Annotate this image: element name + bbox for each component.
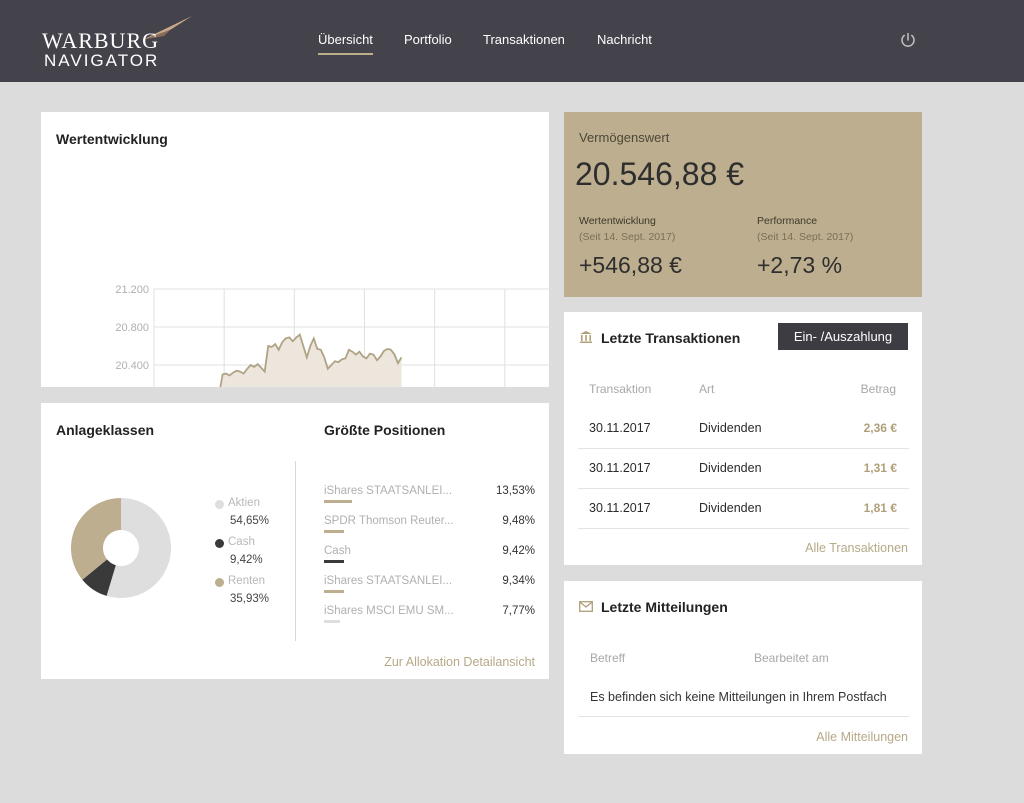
transaction-date: 30.11.2017 bbox=[589, 501, 651, 515]
performance-value: +2,73 % bbox=[757, 252, 843, 278]
legend-renten-name: Renten bbox=[228, 575, 266, 587]
transaction-row[interactable]: 30.11.2017 Dividenden 2,36 € bbox=[578, 409, 909, 449]
anlageklassen-card: Anlageklassen Aktien 54,65% Cash 9,42% R… bbox=[41, 403, 549, 679]
alle-transaktionen-link[interactable]: Alle Transaktionen bbox=[805, 541, 908, 555]
ein-auszahlung-button[interactable]: Ein- /Auszahlung bbox=[778, 323, 908, 350]
groesste-positionen-title: Größte Positionen bbox=[324, 422, 446, 438]
position-name[interactable]: iShares MSCI EMU SM... bbox=[324, 605, 464, 617]
position-name[interactable]: iShares STAATSANLEI... bbox=[324, 575, 464, 587]
transaction-date: 30.11.2017 bbox=[589, 461, 651, 475]
position-pct: 7,77% bbox=[502, 605, 535, 617]
position-bar bbox=[324, 560, 344, 563]
transaction-row[interactable]: 30.11.2017 Dividenden 1,31 € bbox=[578, 449, 909, 489]
wertentwicklung-chart: 21.20020.80020.40020.00019.600Sept.Okt.N… bbox=[115, 284, 549, 387]
col-header-bearbeitet-am: Bearbeitet am bbox=[754, 651, 829, 665]
position-bar bbox=[324, 590, 344, 593]
letzte-mitteilungen-title: Letzte Mitteilungen bbox=[601, 599, 728, 615]
power-icon[interactable] bbox=[899, 31, 917, 49]
alle-mitteilungen-link[interactable]: Alle Mitteilungen bbox=[816, 730, 908, 744]
legend-aktien-value: 54,65% bbox=[230, 515, 270, 527]
warburg-navigator-logo[interactable]: WARBURG NAVIGATOR bbox=[40, 16, 200, 70]
position-pct: 9,48% bbox=[502, 515, 535, 527]
legend-aktien-name: Aktien bbox=[228, 497, 260, 509]
position-name[interactable]: Cash bbox=[324, 545, 464, 557]
legend-cash-value: 9,42% bbox=[230, 554, 263, 566]
nav-transaktionen[interactable]: Transaktionen bbox=[483, 32, 565, 47]
position-pct: 9,34% bbox=[502, 575, 535, 587]
performance-since: (Seit 14. Sept. 2017) bbox=[757, 231, 854, 243]
bank-icon bbox=[580, 331, 592, 343]
col-header-betreff: Betreff bbox=[590, 651, 626, 665]
wertentwicklung-since: (Seit 14. Sept. 2017) bbox=[579, 231, 676, 243]
transaction-type: Dividenden bbox=[699, 461, 762, 475]
position-name[interactable]: SPDR Thomson Reuter... bbox=[324, 515, 464, 527]
transaction-row[interactable]: 30.11.2017 Dividenden 1,81 € bbox=[578, 489, 909, 529]
anlageklassen-donut-chart bbox=[71, 498, 172, 598]
transaction-type: Dividenden bbox=[699, 421, 762, 435]
position-pct: 9,42% bbox=[502, 545, 535, 557]
legend-renten-value: 35,93% bbox=[230, 593, 270, 605]
divider bbox=[295, 461, 296, 641]
logo-text-navigator: NAVIGATOR bbox=[44, 51, 160, 70]
y-tick-label: 20.800 bbox=[115, 322, 149, 334]
legend-dot-aktien bbox=[215, 500, 224, 509]
nav-uebersicht[interactable]: Übersicht bbox=[318, 32, 373, 55]
transaction-type: Dividenden bbox=[699, 501, 762, 515]
position-bar bbox=[324, 530, 344, 533]
col-header-transaktion: Transaktion bbox=[589, 382, 652, 396]
transaction-amount: 1,81 € bbox=[863, 501, 897, 515]
anlageklassen-title: Anlageklassen bbox=[56, 422, 155, 438]
wertentwicklung-label: Wertentwicklung bbox=[579, 215, 656, 227]
nav-portfolio[interactable]: Portfolio bbox=[404, 32, 452, 47]
empty-message-row: Es befinden sich keine Mitteilungen in I… bbox=[578, 677, 909, 717]
nav-nachricht[interactable]: Nachricht bbox=[597, 32, 652, 47]
empty-mailbox-text: Es befinden sich keine Mitteilungen in I… bbox=[590, 690, 887, 704]
transaction-date: 30.11.2017 bbox=[589, 421, 651, 435]
top-navigation-bar: WARBURG NAVIGATOR Übersicht Portfolio Tr… bbox=[0, 0, 1024, 82]
position-bar bbox=[324, 620, 340, 623]
position-name[interactable]: iShares STAATSANLEI... bbox=[324, 485, 464, 497]
position-pct: 13,53% bbox=[495, 485, 535, 497]
transaction-amount: 2,36 € bbox=[863, 421, 897, 435]
letzte-transaktionen-card: Letzte Transaktionen Ein- /Auszahlung Tr… bbox=[564, 312, 922, 565]
col-header-betrag: Betrag bbox=[860, 382, 896, 396]
legend-cash-name: Cash bbox=[228, 536, 255, 548]
y-tick-label: 21.200 bbox=[115, 284, 149, 296]
col-header-art: Art bbox=[699, 382, 715, 396]
vermoegenswert-value: 20.546,88 € bbox=[575, 156, 745, 192]
y-tick-label: 20.400 bbox=[115, 360, 149, 372]
legend-dot-renten bbox=[215, 578, 224, 587]
vermoegenswert-label: Vermögenswert bbox=[579, 130, 670, 145]
letzte-transaktionen-title: Letzte Transaktionen bbox=[601, 330, 741, 346]
wertentwicklung-card: Wertentwicklung 21.20020.80020.40020.000… bbox=[41, 112, 549, 387]
transaction-amount: 1,31 € bbox=[863, 461, 897, 475]
legend-dot-cash bbox=[215, 539, 224, 548]
letzte-mitteilungen-card: Letzte Mitteilungen Betreff Bearbeitet a… bbox=[564, 581, 922, 754]
position-bar bbox=[324, 500, 352, 503]
envelope-icon bbox=[579, 601, 593, 612]
vermoegenswert-card: Vermögenswert 20.546,88 € Wertentwicklun… bbox=[564, 112, 922, 297]
zur-allokation-link[interactable]: Zur Allokation Detailansicht bbox=[384, 655, 535, 669]
performance-label: Performance bbox=[757, 215, 818, 227]
wertentwicklung-value: +546,88 € bbox=[579, 252, 682, 278]
